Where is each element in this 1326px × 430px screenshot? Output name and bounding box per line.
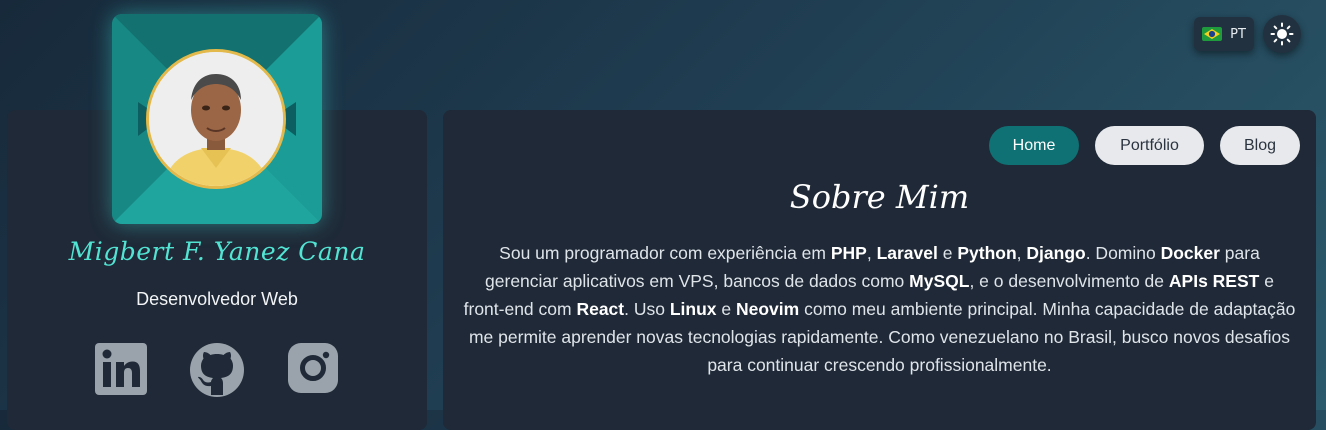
about-text: Sou um programador com experiência em PH… — [463, 243, 1296, 375]
linkedin-icon — [95, 343, 147, 399]
theme-toggle-button[interactable] — [1263, 15, 1301, 53]
avatar — [112, 14, 322, 224]
skill-docker: Docker — [1160, 243, 1220, 263]
skill-php: PHP — [830, 243, 867, 263]
nav-portfolio-button[interactable]: Portfólio — [1095, 126, 1204, 165]
instagram-link[interactable] — [288, 343, 340, 395]
skill-python: Python — [957, 243, 1017, 263]
language-code: PT — [1230, 26, 1246, 42]
profile-photo — [146, 49, 286, 189]
profile-name: Migbert F. Yanez Cana — [68, 237, 366, 266]
profile-role: Desenvolvedor Web — [136, 289, 298, 309]
instagram-icon — [288, 343, 338, 397]
skill-react: React — [576, 299, 625, 319]
linkedin-link[interactable] — [95, 343, 147, 395]
github-icon — [190, 343, 244, 401]
nav-home-button[interactable]: Home — [989, 126, 1079, 165]
skill-apis: APIs REST — [1168, 271, 1260, 291]
sun-icon — [1270, 22, 1294, 46]
skill-django: Django — [1026, 243, 1086, 263]
language-toggle-button[interactable]: PT — [1194, 17, 1254, 51]
skill-neovim: Neovim — [735, 299, 800, 319]
skill-laravel: Laravel — [876, 243, 938, 263]
skill-mysql: MySQL — [909, 271, 970, 291]
brazil-flag-icon — [1202, 27, 1223, 41]
nav-blog-button[interactable]: Blog — [1220, 126, 1300, 165]
section-title: Sobre Mim — [789, 178, 970, 216]
github-link[interactable] — [190, 343, 244, 397]
skill-linux: Linux — [669, 299, 717, 319]
